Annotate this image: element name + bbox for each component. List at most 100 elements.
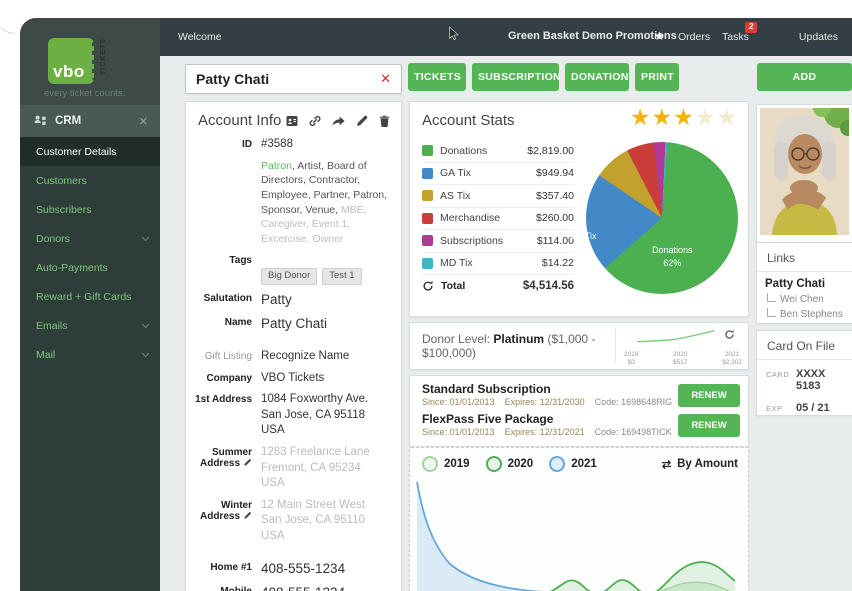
pie-label-donations: Donations 62%	[652, 244, 693, 269]
legend-toggle-2019[interactable]: 2019	[422, 456, 470, 472]
link-icon[interactable]	[308, 114, 322, 128]
field-company: Company VBO Tickets	[186, 371, 393, 387]
legend-toggle-2020[interactable]: 2020	[486, 456, 534, 472]
renew-button[interactable]: RENEW	[678, 414, 740, 437]
renew-button[interactable]: RENEW	[678, 384, 740, 407]
legend-row: Donations$2,819.00	[422, 140, 574, 163]
field-tags: Tags Big DonorTest 1	[186, 253, 393, 285]
card-number: XXXX 5183	[796, 368, 844, 392]
sidebar-item-reward-gift-cards[interactable]: Reward + Gift Cards	[20, 282, 160, 311]
ticket-perforation	[92, 42, 96, 80]
refresh-icon[interactable]	[724, 329, 735, 340]
crm-screen: vbo TICKETS every ticket counts. CRM ✕ C…	[0, 0, 852, 591]
edit-pencil-icon[interactable]	[243, 511, 252, 520]
sidebar-item-customer-details[interactable]: Customer Details	[20, 137, 160, 166]
account-info-title: Account Info	[198, 112, 285, 129]
contact-card-icon[interactable]	[285, 114, 299, 128]
donation-button[interactable]: DONATION	[565, 63, 629, 91]
sidebar-menu: Customer Details Customers Subscribers D…	[20, 137, 160, 591]
swap-icon	[660, 459, 673, 470]
legend-swatch	[422, 168, 433, 179]
links-title: Links	[757, 243, 852, 272]
tag-chip[interactable]: Test 1	[322, 268, 361, 285]
sidebar-item-donors[interactable]: Donors	[20, 224, 160, 253]
topbar: Welcome Green Basket Demo Promotions ★ O…	[160, 18, 852, 56]
subscription-button[interactable]: SUBSCRIPTION	[472, 63, 559, 91]
subscription-row: FlexPass Five Package Since: 01/01/2013E…	[410, 410, 748, 440]
field-mobile-phone: Mobile 408-555-1234	[186, 584, 393, 591]
legend-total-row: Total$4,514.56	[422, 275, 574, 297]
customer-search[interactable]: Patty Chati ✕	[185, 64, 402, 94]
vbo-logo-text: vbo	[53, 62, 85, 82]
legend-dot	[486, 456, 502, 472]
edit-pencil-icon[interactable]	[243, 458, 252, 467]
chevron-down-icon	[141, 236, 150, 242]
refresh-icon[interactable]	[422, 280, 434, 292]
sidebar-item-customers[interactable]: Customers	[20, 166, 160, 195]
pie-label-ga-tix: GA Tix 21%	[570, 230, 597, 255]
subscription-row: Standard Subscription Since: 01/01/2013E…	[410, 380, 748, 410]
vbo-logo-vertical-text: TICKETS	[100, 38, 107, 75]
edit-pencil-icon[interactable]	[355, 114, 369, 128]
link-child[interactable]: Wei Chen	[765, 293, 845, 305]
stats-legend: Donations$2,819.00 GA Tix$949.94 AS Tix$…	[422, 140, 574, 297]
legend-row: Merchandise$260.00	[422, 208, 574, 231]
tasks-badge: 2	[745, 22, 757, 33]
field-winter-address: Winter Address 12 Main Street West San J…	[186, 498, 393, 545]
legend-dot	[422, 456, 438, 472]
clear-search-icon[interactable]: ✕	[370, 71, 401, 87]
vbo-logo[interactable]: vbo	[48, 38, 94, 84]
legend-row: MD Tix$14.22	[422, 253, 574, 276]
account-stats-pie-chart	[586, 142, 738, 294]
topbar-updates[interactable]: Updates	[799, 31, 838, 43]
legend-row: GA Tix$949.94	[422, 163, 574, 186]
link-primary[interactable]: Patty Chati	[765, 278, 845, 290]
sidebar-section-crm: CRM ✕	[20, 105, 160, 137]
share-icon[interactable]	[331, 114, 346, 128]
star-rating[interactable]: ★★★★★	[630, 104, 738, 131]
app-window: vbo TICKETS every ticket counts. CRM ✕ C…	[20, 18, 852, 591]
link-child[interactable]: Ben Stephens	[765, 308, 845, 320]
sidebar: vbo TICKETS every ticket counts. CRM ✕ C…	[20, 18, 160, 591]
yearly-trend-panel: 2019 2020 2021 By Amount	[409, 447, 749, 591]
card-number-row: CARD XXXX 5183	[766, 368, 844, 392]
account-info-panel: Account Info ID #3588 Patron, Artist, Bo…	[185, 101, 402, 591]
field-1st-address: 1st Address 1084 Foxworthy Ave. San Jose…	[186, 392, 393, 439]
field-salutation: Salutation Patty	[186, 291, 393, 309]
chevron-down-icon	[141, 323, 150, 329]
customer-photo[interactable]	[756, 104, 852, 245]
brand-tagline: every ticket counts.	[44, 88, 154, 99]
tickets-button[interactable]: TICKETS	[408, 63, 466, 91]
organization-name[interactable]: Green Basket Demo Promotions	[508, 30, 677, 42]
spark-tick: 2019$0	[624, 351, 638, 368]
donor-level-panel: Donor Level: Platinum ($1,000 - $100,000…	[409, 322, 749, 370]
card-on-file-title: Card On File	[757, 331, 852, 360]
favorite-star-icon[interactable]: ★	[654, 29, 665, 43]
sidebar-item-emails[interactable]: Emails	[20, 311, 160, 340]
org-chart-icon	[34, 115, 47, 127]
field-home-phone: Home #1 408-555-1234	[186, 560, 393, 578]
area-chart	[414, 480, 742, 591]
subscriptions-panel: Standard Subscription Since: 01/01/2013E…	[409, 375, 749, 447]
topbar-orders[interactable]: Orders	[678, 31, 710, 43]
legend-toggle-2021[interactable]: 2021	[549, 456, 597, 472]
by-amount-toggle[interactable]: By Amount	[660, 458, 738, 470]
tree-connector	[767, 308, 776, 317]
topbar-tasks[interactable]: Tasks	[722, 31, 749, 43]
close-icon[interactable]: ✕	[139, 115, 148, 128]
sidebar-item-subscribers[interactable]: Subscribers	[20, 195, 160, 224]
print-button[interactable]: PRINT	[635, 63, 679, 91]
tag-chip[interactable]: Big Donor	[261, 268, 317, 285]
vbo-logo-box: vbo	[48, 38, 94, 84]
legend-swatch	[422, 235, 433, 246]
welcome-label: Welcome	[178, 31, 222, 43]
sidebar-item-auto-payments[interactable]: Auto-Payments	[20, 253, 160, 282]
search-input[interactable]: Patty Chati	[186, 71, 370, 87]
role-primary[interactable]: Patron	[261, 160, 292, 172]
trash-icon[interactable]	[378, 114, 391, 128]
add-button[interactable]: ADD	[757, 63, 852, 91]
spark-tick: 2020$517	[673, 351, 687, 368]
sidebar-item-mail[interactable]: Mail	[20, 340, 160, 369]
legend-swatch	[422, 213, 433, 224]
card-exp: 05 / 21	[796, 402, 830, 414]
